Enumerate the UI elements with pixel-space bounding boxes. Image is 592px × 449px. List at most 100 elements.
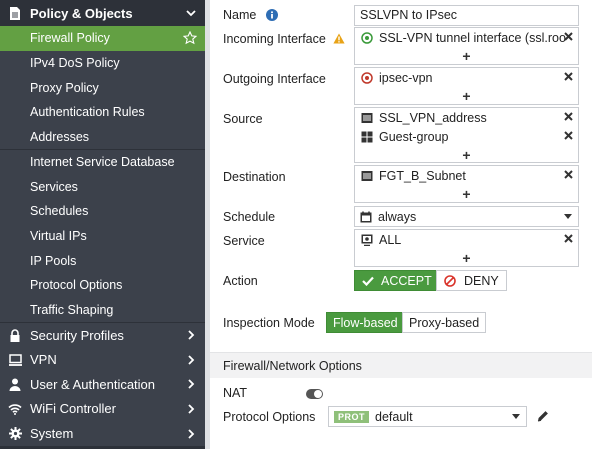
wifi-icon xyxy=(8,402,22,416)
incoming-interface-label-text: Incoming Interface xyxy=(223,32,326,46)
outgoing-interface-label: Outgoing Interface xyxy=(223,72,326,86)
info-icon[interactable] xyxy=(265,9,278,21)
nav-section-system[interactable]: System xyxy=(0,421,205,446)
destination-label: Destination xyxy=(223,170,286,184)
protocol-options-value: default xyxy=(375,409,413,424)
nav-section-vpn[interactable]: VPN xyxy=(0,347,205,372)
name-input-value: SSLVPN to IPsec xyxy=(360,8,458,22)
accept-button[interactable]: ACCEPT xyxy=(354,270,440,291)
edit-icon[interactable] xyxy=(537,410,549,422)
name-input[interactable]: SSLVPN to IPsec xyxy=(354,5,579,26)
lock-icon xyxy=(8,328,22,342)
add-entry-button[interactable]: + xyxy=(355,185,578,203)
sidebar-item-ipv4-dos-policy[interactable]: IPv4 DoS Policy xyxy=(0,50,205,76)
options-header-text: Firewall/Network Options xyxy=(223,358,362,373)
deny-icon xyxy=(444,274,456,287)
service-field[interactable]: ALL + xyxy=(354,229,579,267)
schedule-select[interactable]: always xyxy=(354,206,579,227)
nav-section-label: System xyxy=(30,426,74,441)
user-icon xyxy=(8,377,22,391)
chevron-right-icon xyxy=(188,379,195,389)
service-entry: ALL xyxy=(355,230,578,249)
accept-button-label: ACCEPT xyxy=(381,273,432,288)
add-entry-button[interactable]: + xyxy=(355,146,578,164)
ssl-tunnel-icon xyxy=(361,31,373,44)
add-entry-button[interactable]: + xyxy=(355,47,578,65)
sidebar-item-services[interactable]: Services xyxy=(0,174,205,199)
inspection-mode-label: Inspection Mode xyxy=(223,316,315,330)
sidebar-item-label: IP Pools xyxy=(30,253,77,268)
proxy-based-label: Proxy-based xyxy=(409,315,480,330)
chevron-right-icon xyxy=(188,404,195,414)
outgoing-interface-field[interactable]: ipsec-vpn + xyxy=(354,67,579,105)
schedule-label: Schedule xyxy=(223,210,276,224)
destination-field[interactable]: FGT_B_Subnet + xyxy=(354,165,579,203)
incoming-interface-field[interactable]: SSL-VPN tunnel interface (ssl.roo + xyxy=(354,27,579,65)
sidebar-item-label: Authentication Rules xyxy=(30,105,145,120)
chevron-right-icon xyxy=(188,330,195,340)
gear-icon xyxy=(8,427,22,441)
incoming-interface-entry: SSL-VPN tunnel interface (ssl.roo xyxy=(355,28,578,47)
protocol-options-select[interactable]: PROT default xyxy=(328,406,527,427)
nav-section-policy-objects[interactable]: Policy & Objects xyxy=(0,0,205,26)
name-label: Name xyxy=(223,8,278,22)
proxy-based-button[interactable]: Proxy-based xyxy=(402,312,487,333)
source-entry: SSL_VPN_address xyxy=(355,108,578,127)
sidebar-item-firewall-policy[interactable]: Firewall Policy xyxy=(0,26,205,51)
policy-edit-form: Name SSLVPN to IPsec Incoming Interface … xyxy=(210,0,592,449)
sidebar-item-label: Traffic Shaping xyxy=(30,303,114,318)
schedule-value: always xyxy=(378,209,417,224)
tunnel-interface-icon xyxy=(361,71,373,84)
sidebar-item-authentication-rules[interactable]: Authentication Rules xyxy=(0,100,205,125)
nav-section-label: Policy & Objects xyxy=(30,5,133,21)
chevron-down-icon xyxy=(512,414,520,419)
chevron-right-icon xyxy=(188,428,195,439)
sidebar-item-addresses[interactable]: Addresses xyxy=(0,124,205,150)
chevron-down-icon xyxy=(564,214,572,219)
remove-icon[interactable] xyxy=(563,169,574,180)
remove-icon[interactable] xyxy=(563,71,574,82)
sidebar-item-protocol-options[interactable]: Protocol Options xyxy=(0,273,205,298)
sidebar-item-internet-service-database[interactable]: Internet Service Database xyxy=(0,149,205,175)
remove-icon[interactable] xyxy=(563,111,574,122)
sidebar-item-schedules[interactable]: Schedules xyxy=(0,198,205,224)
flow-based-label: Flow-based xyxy=(333,315,398,330)
sidebar-item-label: IPv4 DoS Policy xyxy=(30,56,120,71)
sidebar-item-label: Addresses xyxy=(30,130,90,145)
deny-button[interactable]: DENY xyxy=(436,270,507,291)
sidebar-item-label: Internet Service Database xyxy=(30,154,175,169)
source-label: Source xyxy=(223,112,263,126)
address-icon xyxy=(361,170,373,182)
remove-icon[interactable] xyxy=(563,130,574,141)
monitor-icon xyxy=(8,353,22,367)
service-icon xyxy=(361,234,373,246)
sidebar-item-label: Protocol Options xyxy=(30,278,123,293)
sidebar-item-label: Proxy Policy xyxy=(30,80,99,95)
checkmark-icon xyxy=(362,276,374,286)
source-field[interactable]: SSL_VPN_address Guest-group + xyxy=(354,107,579,163)
nat-toggle[interactable] xyxy=(306,389,323,399)
calendar-icon xyxy=(360,211,372,223)
remove-icon[interactable] xyxy=(563,233,574,244)
remove-icon[interactable] xyxy=(563,31,574,42)
warning-icon xyxy=(333,33,345,44)
sidebar-item-traffic-shaping[interactable]: Traffic Shaping xyxy=(0,297,205,323)
nav-section-security-profiles[interactable]: Security Profiles xyxy=(0,323,205,348)
service-entry-text: ALL xyxy=(379,232,402,247)
flow-based-button[interactable]: Flow-based xyxy=(326,312,405,333)
add-entry-button[interactable]: + xyxy=(355,249,578,267)
sidebar: Policy & Objects Firewall Policy IPv4 Do… xyxy=(0,0,205,449)
sidebar-item-proxy-policy[interactable]: Proxy Policy xyxy=(0,75,205,101)
sidebar-item-label: Services xyxy=(30,179,78,194)
sidebar-item-virtual-ips[interactable]: Virtual IPs xyxy=(0,223,205,249)
destination-entry: FGT_B_Subnet xyxy=(355,166,578,185)
nav-section-label: Security Profiles xyxy=(30,327,124,343)
add-entry-button[interactable]: + xyxy=(355,87,578,105)
action-label: Action xyxy=(223,274,258,288)
doc-icon xyxy=(8,6,22,20)
sidebar-item-ip-pools[interactable]: IP Pools xyxy=(0,248,205,273)
sidebar-item-label: Schedules xyxy=(30,204,89,219)
nav-section-user-authentication[interactable]: User & Authentication xyxy=(0,372,205,397)
star-icon[interactable] xyxy=(183,31,197,45)
nav-section-wifi-controller[interactable]: WiFi Controller xyxy=(0,396,205,421)
